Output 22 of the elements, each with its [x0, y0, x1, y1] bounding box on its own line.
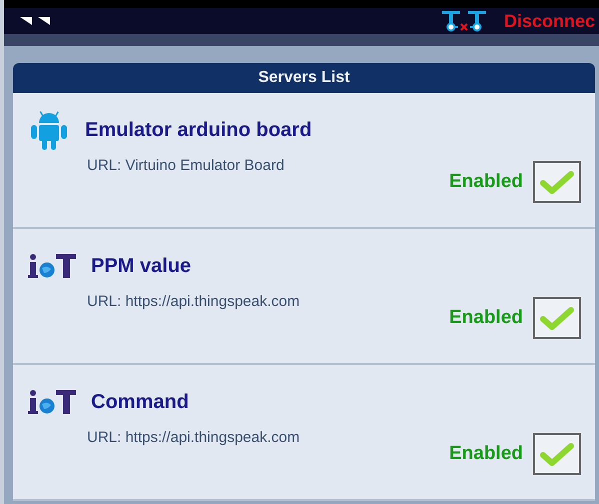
list-header: Servers List: [13, 63, 595, 93]
checkmark-icon: [540, 169, 574, 195]
checkmark-icon: [540, 305, 574, 331]
enabled-checkbox[interactable]: [533, 433, 581, 475]
enabled-label: Enabled: [449, 443, 523, 465]
enabled-label: Enabled: [449, 307, 523, 329]
enabled-checkbox[interactable]: [533, 297, 581, 339]
server-url: URL: https://api.thingspeak.com: [87, 428, 301, 446]
iot-logo-icon: [27, 389, 77, 415]
server-url: URL: Virtuino Emulator Board: [87, 156, 286, 174]
server-name: Command: [91, 390, 189, 414]
iot-logo-icon: [27, 253, 77, 279]
checkmark-icon: [540, 441, 574, 467]
enabled-label: Enabled: [449, 171, 523, 193]
server-name: PPM value: [91, 254, 192, 278]
server-row[interactable]: Command URL: https://api.thingspeak.com Enabled: [13, 365, 595, 501]
server-name: Emulator arduino board: [85, 118, 312, 142]
connection-status: Disconnec: [504, 10, 595, 32]
server-url: URL: https://api.thingspeak.com: [87, 292, 301, 310]
server-row[interactable]: Emulator arduino board URL: Virtuino Emulator Board Enabled: [13, 93, 595, 229]
server-row[interactable]: PPM value URL: https://api.thingspeak.com Enabled: [13, 229, 595, 365]
enabled-checkbox[interactable]: [533, 161, 581, 203]
